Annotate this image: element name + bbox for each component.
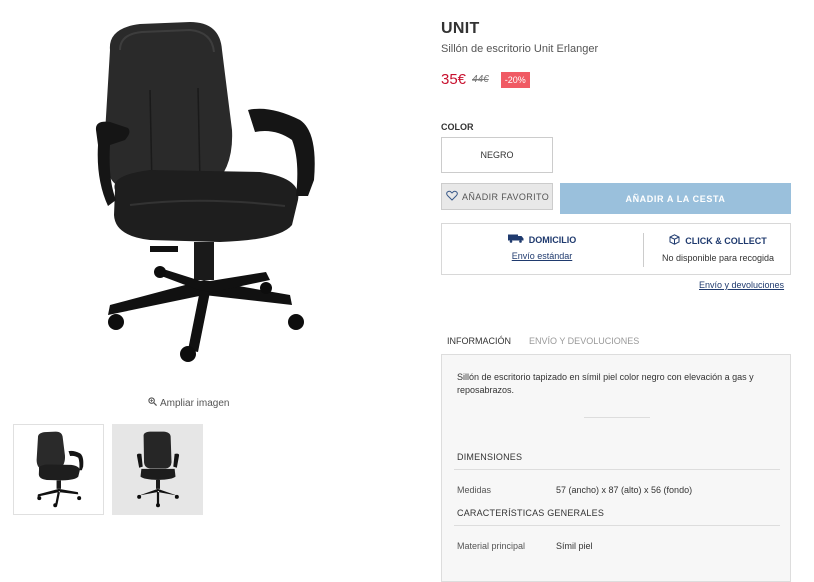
product-brand[interactable]: UNIT (441, 20, 480, 38)
delivery-home-title: DOMICILIO (528, 234, 577, 245)
zoom-label: Ampliar imagen (160, 397, 230, 409)
spec-key-material: Material principal (457, 541, 526, 551)
divider (584, 417, 650, 418)
truck-icon (507, 234, 524, 245)
heart-icon (446, 190, 458, 203)
tab-informacion[interactable]: INFORMACIÓN (441, 331, 517, 356)
old-price: 44€ (472, 74, 489, 85)
dimensions-heading: DIMENSIONES (457, 452, 523, 462)
discount-badge: -20% (500, 71, 530, 88)
price-row: 35€ 44€ -20% (441, 71, 530, 88)
thumbnail-1[interactable] (13, 424, 104, 515)
delivery-collect-title: CLICK & COLLECT (685, 235, 767, 246)
tab-envio-devoluciones[interactable]: ENVÍO Y DEVOLUCIONES (523, 331, 645, 356)
standard-shipping-link[interactable]: Envío estándar (512, 251, 573, 261)
info-panel: Sillón de escritorio tapizado en símil p… (441, 354, 791, 582)
info-tabs: INFORMACIÓN ENVÍO Y DEVOLUCIONES (441, 331, 645, 356)
color-option-label: NEGRO (480, 150, 514, 160)
color-option-negro[interactable]: NEGRO (441, 137, 553, 173)
delivery-collect-title-row: CLICK & COLLECT (669, 234, 767, 247)
collect-availability: No disponible para recogida (661, 253, 775, 263)
thumbnail-2[interactable] (112, 424, 203, 515)
spec-value-material: Símil piel (556, 541, 593, 551)
add-favorite-button[interactable]: AÑADIR FAVORITO (441, 183, 553, 210)
color-label: COLOR (441, 122, 474, 132)
add-to-cart-label: AÑADIR A LA CESTA (625, 193, 726, 204)
delivery-home[interactable]: DOMICILIO Envío estándar (442, 224, 642, 274)
divider (454, 525, 780, 526)
add-favorite-label: AÑADIR FAVORITO (462, 191, 550, 202)
product-main-image[interactable] (70, 10, 340, 380)
current-price: 35€ (441, 71, 467, 88)
delivery-home-title-row: DOMICILIO (507, 234, 577, 245)
product-description: Sillón de escritorio tapizado en símil p… (457, 372, 754, 395)
delivery-options: DOMICILIO Envío estándar CLICK & COLLECT… (441, 223, 791, 275)
zoom-in-icon (148, 397, 157, 409)
box-icon (669, 234, 680, 247)
features-heading: CARACTERÍSTICAS GENERALES (457, 508, 605, 518)
add-to-cart-button[interactable]: AÑADIR A LA CESTA (560, 183, 791, 214)
product-title: Sillón de escritorio Unit Erlanger (441, 43, 599, 55)
zoom-link[interactable]: Ampliar imagen (148, 397, 229, 409)
spec-key-medidas: Medidas (457, 485, 492, 495)
spec-value-medidas: 57 (ancho) x 87 (alto) x 56 (fondo) (556, 485, 693, 495)
shipping-returns-link[interactable]: Envío y devoluciones (699, 280, 784, 290)
divider (454, 469, 780, 470)
delivery-click-collect[interactable]: CLICK & COLLECT No disponible para recog… (644, 224, 792, 274)
